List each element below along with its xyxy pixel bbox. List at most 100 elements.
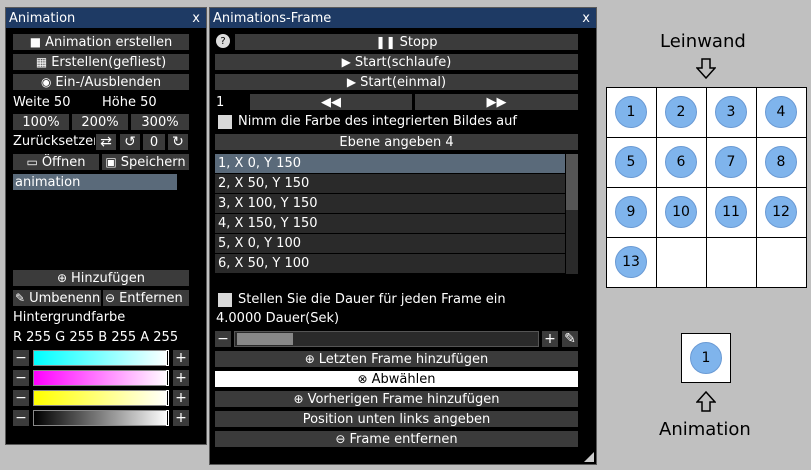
cyan-slider-thumb[interactable] (166, 350, 169, 366)
list-item[interactable]: 6, X 50, Y 100 (215, 254, 565, 274)
list-item[interactable]: 4, X 150, Y 150 (215, 214, 565, 234)
grid-cell[interactable]: 2 (657, 88, 707, 138)
edit-icon[interactable]: ✎ (562, 331, 578, 347)
use-image-color-checkbox[interactable] (218, 115, 232, 129)
remove-frame-button[interactable]: ⊖ Frame entfernen (215, 431, 578, 447)
add-button[interactable]: ⊕ Hinzufügen (13, 270, 189, 286)
frame-list-scrollbar[interactable] (566, 154, 578, 274)
rewind-button[interactable]: ◀◀ (250, 94, 412, 110)
yellow-minus-button[interactable]: − (13, 390, 29, 406)
grid-cell[interactable]: 12 (757, 188, 807, 238)
duration-slider-thumb[interactable] (237, 333, 293, 345)
create-tiled-button[interactable]: ▦ Erstellen(gefliest) (13, 54, 189, 70)
background-color-label: Hintergrundfarbe (13, 310, 126, 325)
grid-cell[interactable]: 1 (607, 88, 657, 138)
grid-cell[interactable] (707, 238, 757, 288)
edit-icon: ✎ (15, 291, 26, 305)
rotate-right-icon[interactable]: ↻ (168, 134, 188, 150)
yellow-plus-button[interactable]: + (173, 390, 189, 406)
width-label: Weite 50 (13, 95, 71, 110)
rotation-value[interactable]: 0 (143, 134, 165, 150)
frame-circle: 4 (765, 96, 797, 128)
list-item[interactable]: 2, X 50, Y 150 (215, 174, 565, 194)
frame-circle: 11 (715, 196, 747, 228)
stop-button[interactable]: ❚❚ Stopp (235, 34, 578, 50)
swap-icon[interactable]: ⇄ (96, 134, 116, 150)
alpha-minus-button[interactable]: − (13, 410, 29, 426)
magenta-plus-button[interactable]: + (173, 370, 189, 386)
animation-titlebar[interactable]: Animation x (6, 8, 206, 28)
grid-cell[interactable]: 6 (657, 138, 707, 188)
close-icon[interactable]: x (192, 11, 200, 26)
start-once-button[interactable]: ▶ Start(einmal) (215, 74, 578, 90)
grid-icon: ▦ (35, 55, 48, 69)
zoom-300-button[interactable]: 300% (131, 114, 189, 130)
grid-cell[interactable]: 9 (607, 188, 657, 238)
frame-circle: 9 (615, 196, 647, 228)
reset-label: Zurücksetzen (13, 134, 95, 149)
rotate-left-icon[interactable]: ↺ (120, 134, 140, 150)
grid-cell[interactable]: 8 (757, 138, 807, 188)
frame-titlebar[interactable]: Animations-Frame x (210, 8, 596, 28)
grid-cell[interactable] (657, 238, 707, 288)
magenta-slider[interactable] (33, 370, 169, 386)
open-button[interactable]: ▭ Öffnen (13, 154, 99, 170)
add-previous-frame-button[interactable]: ⊕ Vorherigen Frame hinzufügen (215, 391, 578, 407)
toggle-visibility-button[interactable]: ◉ Ein-/Ausblenden (13, 74, 189, 90)
rename-button[interactable]: ✎ Umbenennen (13, 290, 101, 306)
animation-panel: Animation x ■ Animation erstellen ▦ Erst… (5, 7, 207, 445)
frame-circle: 7 (715, 146, 747, 178)
canvas-title: Leinwand (660, 31, 746, 52)
close-circle-icon: ⊗ (357, 372, 368, 386)
add-last-frame-button[interactable]: ⊕ Letzten Frame hinzufügen (215, 351, 578, 367)
duration-minus-button[interactable]: − (215, 331, 231, 347)
yellow-slider-thumb[interactable] (166, 390, 169, 406)
list-item[interactable]: 5, X 0, Y 100 (215, 234, 565, 254)
canvas-grid[interactable]: 1 2 3 4 5 6 7 8 9 10 11 12 13 (606, 87, 807, 288)
alpha-plus-button[interactable]: + (173, 410, 189, 426)
duration-plus-button[interactable]: + (542, 331, 558, 347)
grid-cell[interactable]: 3 (707, 88, 757, 138)
frame-circle: 3 (715, 96, 747, 128)
deselect-button[interactable]: ⊗ Abwählen (215, 371, 578, 387)
alpha-slider-thumb[interactable] (166, 410, 169, 426)
remove-button[interactable]: ⊖ Entfernen (103, 290, 189, 306)
grid-cell[interactable]: 11 (707, 188, 757, 238)
start-loop-button[interactable]: ▶ Start(schlaufe) (215, 54, 578, 70)
grid-cell[interactable] (757, 238, 807, 288)
zoom-200-button[interactable]: 200% (72, 114, 128, 130)
yellow-slider[interactable] (33, 390, 169, 406)
position-bottom-left-button[interactable]: Position unten links angeben (215, 411, 578, 427)
save-button[interactable]: ▣ Speichern (102, 154, 189, 170)
help-icon[interactable]: ? (216, 34, 230, 48)
animation-name-input[interactable]: animation (13, 174, 177, 190)
zoom-100-button[interactable]: 100% (13, 114, 69, 130)
create-animation-button[interactable]: ■ Animation erstellen (13, 34, 189, 50)
frame-index: 1 (216, 95, 225, 110)
cyan-slider[interactable] (33, 350, 169, 366)
scrollbar-thumb[interactable] (566, 154, 578, 210)
duration-slider[interactable] (234, 331, 539, 347)
frame-panel: Animations-Frame x ? ❚❚ Stopp ▶ Start(sc… (209, 7, 597, 465)
duration-per-frame-checkbox[interactable] (218, 293, 232, 307)
pause-icon: ❚❚ (375, 35, 396, 49)
cyan-plus-button[interactable]: + (173, 350, 189, 366)
grid-cell[interactable]: 13 (607, 238, 657, 288)
resize-handle-icon[interactable] (584, 452, 594, 462)
magenta-slider-thumb[interactable] (166, 370, 169, 386)
plus-circle-icon: ⊕ (304, 352, 315, 366)
alpha-slider[interactable] (33, 410, 169, 426)
grid-cell[interactable]: 5 (607, 138, 657, 188)
close-icon[interactable]: x (582, 11, 590, 26)
grid-cell[interactable]: 10 (657, 188, 707, 238)
grid-cell[interactable]: 7 (707, 138, 757, 188)
list-item[interactable]: 3, X 100, Y 150 (215, 194, 565, 214)
magenta-minus-button[interactable]: − (13, 370, 29, 386)
duration-label: 4.0000 Dauer(Sek) (216, 311, 340, 326)
height-label: Höhe 50 (102, 95, 157, 110)
layer-button[interactable]: Ebene angeben 4 (215, 134, 578, 150)
grid-cell[interactable]: 4 (757, 88, 807, 138)
list-item[interactable]: 1, X 0, Y 150 (215, 154, 565, 174)
cyan-minus-button[interactable]: − (13, 350, 29, 366)
fast-forward-button[interactable]: ▶▶ (415, 94, 578, 110)
